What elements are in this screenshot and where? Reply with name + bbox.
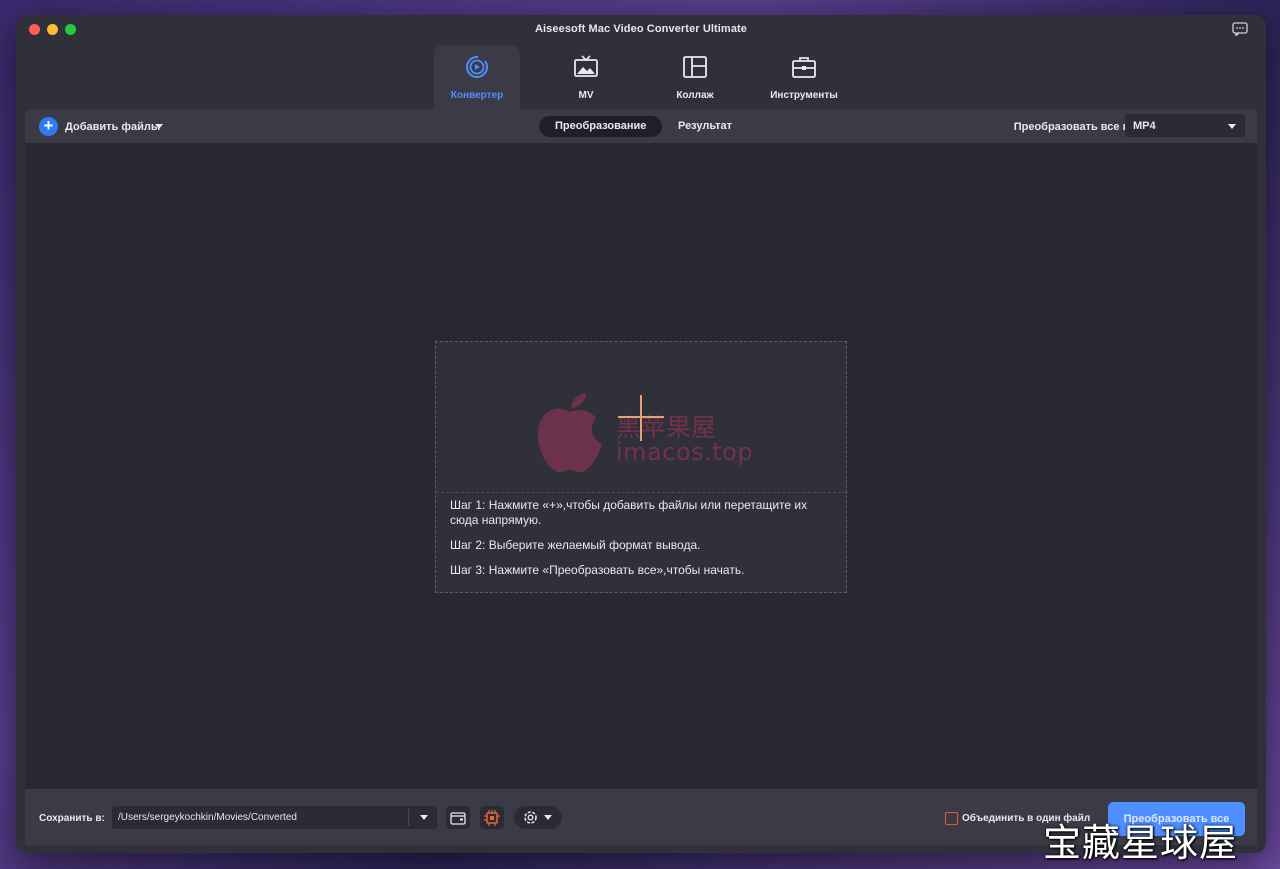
converter-icon [466,56,488,78]
tab-converter[interactable]: Конвертер [434,45,520,109]
merge-into-one-file-checkbox[interactable] [945,812,958,825]
add-files-button[interactable]: + [39,117,58,136]
title-bar: Aiseesoft Mac Video Converter Ultimate [16,15,1266,45]
output-path-value: /Users/sergeykochkin/Movies/Converted [118,812,297,823]
tab-label: Коллаж [676,90,714,101]
plus-icon-vertical[interactable] [640,395,642,441]
save-to-label: Сохранить в: [39,813,105,824]
watermark-url-text: imacos.top [616,438,754,466]
convert-all-to-label: Преобразовать все в: [1013,121,1133,133]
tab-tools[interactable]: Инструменты [761,45,847,109]
apple-watermark-icon [537,393,602,473]
collage-icon [683,56,707,78]
tab-label: Инструменты [770,90,838,101]
tab-mv[interactable]: MV [543,45,629,109]
instructions: Шаг 1: Нажмите «+»,чтобы добавить файлы … [450,498,830,588]
step-2-text: Шаг 2: Выберите желаемый формат вывода. [450,538,701,552]
segment-converting[interactable]: Преобразование [539,116,663,137]
feedback-chat-icon[interactable] [1232,22,1248,36]
add-files-dropdown-icon[interactable] [155,124,163,129]
main-tabs: Конвертер MV Коллаж Инструменты [16,45,1266,109]
tab-label: Конвертер [450,90,504,101]
segment-result[interactable]: Результат [662,116,748,137]
app-window: Aiseesoft Mac Video Converter Ultimate К… [16,15,1266,853]
settings-button[interactable] [514,806,562,829]
step-3-text: Шаг 3: Нажмите «Преобразовать все»,чтобы… [450,563,745,577]
chevron-down-icon [420,815,428,820]
tab-collage[interactable]: Коллаж [652,45,738,109]
tv-icon [574,55,598,77]
step-1-text: Шаг 1: Нажмите «+»,чтобы добавить файлы … [450,498,808,527]
drop-zone[interactable]: 黑苹果屋 imacos.top Шаг 1: Нажмите «+»,чтобы… [435,341,847,593]
output-format-select[interactable]: MP4 [1125,114,1245,137]
output-format-value: MP4 [1133,120,1156,132]
brand-watermark: 宝藏星球屋 [1043,821,1239,865]
chevron-down-icon [544,815,552,820]
folder-icon [450,811,466,825]
chevron-down-icon [1228,124,1236,129]
converter-toolbar: + Добавить файлы Преобразование Результа… [25,109,1257,143]
gear-icon [524,811,537,824]
file-list-area: 黑苹果屋 imacos.top Шаг 1: Нажмите «+»,чтобы… [25,143,1257,789]
toolbox-icon [792,57,816,78]
cpu-acceleration-icon [484,809,500,826]
hardware-acceleration-button[interactable] [480,806,504,829]
add-files-label[interactable]: Добавить файлы [65,121,160,133]
drop-zone-add-area[interactable]: 黑苹果屋 imacos.top [436,342,846,493]
tab-label: MV [578,90,594,101]
output-path-select[interactable]: /Users/sergeykochkin/Movies/Converted [112,806,437,829]
window-title: Aiseesoft Mac Video Converter Ultimate [534,23,748,35]
divider [408,809,409,826]
open-folder-button[interactable] [446,806,470,829]
